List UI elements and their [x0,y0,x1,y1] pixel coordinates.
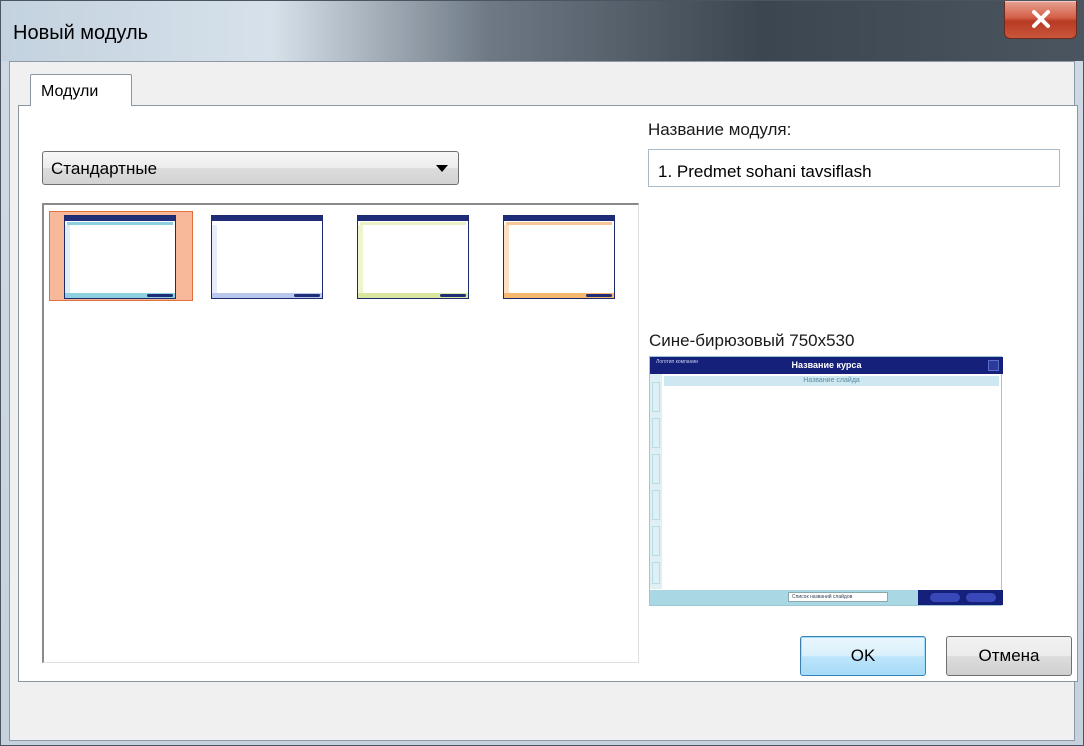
preview-sidebar [650,374,662,589]
template-thumbnail [211,215,323,299]
category-dropdown[interactable]: Стандартные [42,151,459,185]
preview-header: Логотип компании Название курса [650,357,1003,374]
template-item-4[interactable] [488,211,632,301]
template-thumbnail [357,215,469,299]
preview-slide-select: Список названий слайдов [788,592,888,602]
preview-course-title: Название курса [791,360,862,370]
window-title: Новый модуль [13,22,149,44]
template-item-1[interactable] [49,211,193,301]
cancel-button[interactable]: Отмена [946,636,1072,676]
new-module-dialog: Новый модуль Модули Стандартные Название… [0,0,1084,746]
module-name-label: Название модуля: [648,120,792,139]
preview-caption: Сине-бирюзовый 750x530 [649,331,855,350]
category-dropdown-value: Стандартные [51,159,158,178]
template-thumbnail [503,215,615,299]
template-thumbnail [64,215,176,299]
title-bar[interactable]: Новый модуль [1,1,1084,61]
preview-slide-title: Название слайда [664,376,999,386]
close-button[interactable] [1004,1,1077,39]
preview-close-icon [988,360,999,371]
tab-modules[interactable]: Модули [30,74,132,106]
ok-button[interactable]: OK [800,636,926,676]
module-name-input[interactable] [648,149,1060,187]
template-item-3[interactable] [342,211,486,301]
template-item-2[interactable] [196,211,340,301]
template-list[interactable] [42,203,639,663]
chevron-down-icon [436,165,448,172]
close-icon [1032,10,1050,28]
preview-footer: Список названий слайдов [650,590,1003,605]
preview-nav-buttons [918,590,1003,605]
template-preview: Логотип компании Название курса Название… [649,356,1003,606]
